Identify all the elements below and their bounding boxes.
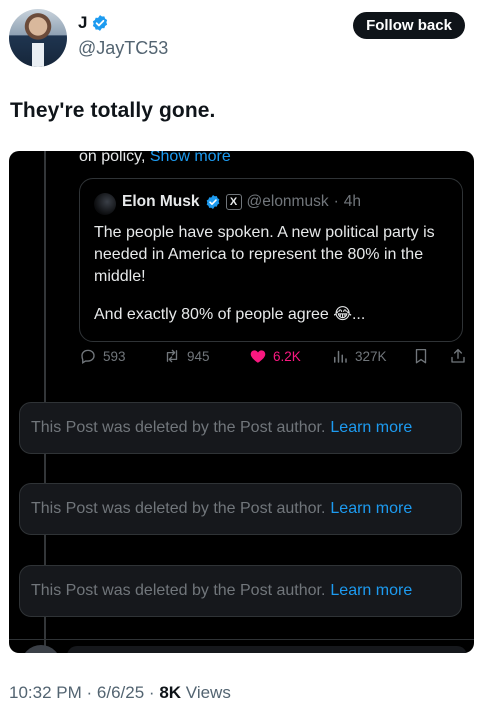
heart-icon: [250, 350, 266, 363]
deleted-post-notice: This Post was deleted by the Post author…: [19, 565, 462, 617]
x-affiliation-badge-icon: X: [225, 194, 242, 210]
quoted-author-handle[interactable]: @elonmusk: [247, 193, 329, 211]
views-count: 327K: [355, 348, 387, 364]
show-more-link[interactable]: Show more: [150, 151, 231, 165]
author-handle[interactable]: @JayTC53: [78, 38, 168, 59]
views-chart-icon: [334, 350, 347, 363]
truncated-post-text: on policy, Show more: [79, 151, 231, 166]
quoted-paragraph-1: The people have spoken. A new political …: [94, 224, 435, 285]
learn-more-link[interactable]: Learn more: [330, 419, 412, 437]
learn-more-link[interactable]: Learn more: [330, 500, 412, 518]
like-action[interactable]: 6.2K: [249, 347, 301, 365]
verified-badge-icon: [206, 195, 219, 209]
deleted-post-text: This Post was deleted by the Post author…: [31, 582, 326, 599]
quoted-post-body: The people have spoken. A new political …: [94, 222, 454, 326]
deleted-post-text: This Post was deleted by the Post author…: [31, 419, 326, 436]
quoted-author-row: Elon Musk X @elonmusk · 4h: [122, 193, 361, 211]
quoted-time-separator: ·: [333, 193, 339, 210]
tweet-date[interactable]: 6/6/25: [97, 683, 144, 702]
truncated-text: on policy,: [79, 151, 146, 165]
deleted-post-text: This Post was deleted by the Post author…: [31, 500, 326, 517]
reply-icon: [81, 349, 95, 364]
share-action[interactable]: [449, 347, 467, 365]
quoted-author-avatar[interactable]: [94, 193, 116, 215]
tweet-time[interactable]: 10:32 PM: [9, 683, 82, 702]
meta-separator: ·: [148, 683, 155, 702]
repost-icon: [166, 349, 178, 363]
next-post-avatar: [21, 645, 61, 653]
deleted-post-notice: This Post was deleted by the Post author…: [19, 483, 462, 535]
meta-separator: ·: [86, 683, 93, 702]
quoted-paragraph-2: And exactly 80% of people agree 😂...: [94, 306, 366, 323]
deleted-post-notice: This Post was deleted by the Post author…: [19, 402, 462, 454]
tweet-text: They're totally gone.: [10, 99, 216, 122]
quoted-post-time[interactable]: 4h: [344, 193, 361, 211]
share-icon: [451, 348, 465, 363]
bookmark-action[interactable]: [412, 347, 430, 365]
section-divider: [9, 639, 474, 640]
bookmark-icon: [415, 348, 427, 364]
tweet-views-label: Views: [185, 683, 231, 702]
post-actions-bar: 593 945 6.2K 327K: [79, 347, 469, 371]
reply-action[interactable]: 593: [79, 347, 126, 365]
tweet-header: J @JayTC53 Follow back: [0, 0, 478, 80]
avatar-shirt: [32, 43, 44, 67]
author-avatar[interactable]: [9, 9, 67, 67]
reply-count: 593: [103, 348, 126, 364]
views-action[interactable]: 327K: [331, 347, 387, 365]
learn-more-link[interactable]: Learn more: [330, 582, 412, 600]
tweet-views-count[interactable]: 8K: [159, 683, 181, 702]
author-name-row: J: [78, 13, 109, 33]
quoted-author-name[interactable]: Elon Musk: [122, 193, 200, 211]
verified-badge-icon: [93, 15, 108, 31]
quoted-post[interactable]: Elon Musk X @elonmusk · 4h The people have…: [79, 178, 463, 342]
author-display-name[interactable]: J: [78, 13, 87, 33]
follow-back-button[interactable]: Follow back: [353, 12, 465, 39]
repost-action[interactable]: 945: [163, 347, 210, 365]
tweet-meta: 10:32 PM · 6/6/25 · 8K Views: [9, 683, 231, 703]
repost-count: 945: [187, 348, 210, 364]
next-post-peek: [67, 646, 467, 653]
embedded-thread-screenshot[interactable]: on policy, Show more Elon Musk X @elonmu…: [9, 151, 474, 653]
like-count: 6.2K: [273, 348, 301, 364]
